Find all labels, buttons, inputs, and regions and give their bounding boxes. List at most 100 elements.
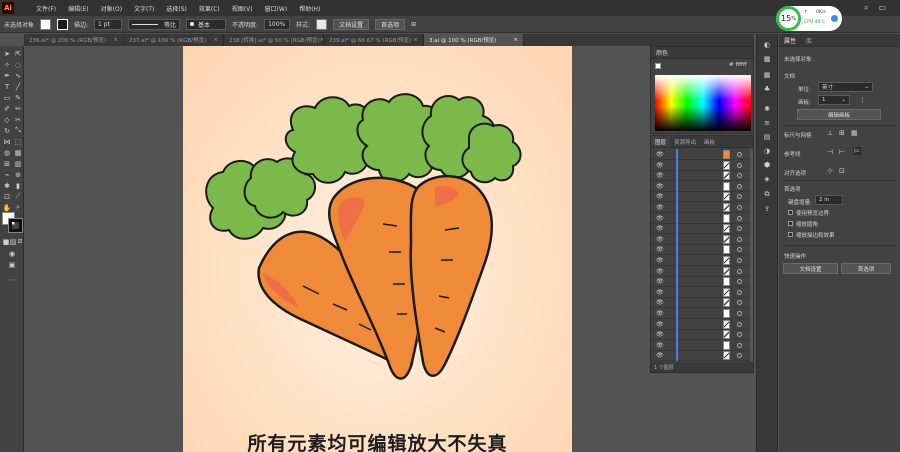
brushes-icon[interactable]: ✺ (762, 104, 772, 113)
width-tool-icon[interactable]: ⋈ (2, 137, 12, 146)
magic-wand-tool-icon[interactable]: ✧ (2, 60, 12, 69)
graphic-style-swatch[interactable] (316, 18, 328, 30)
visibility-eye-icon[interactable]: 👁 (656, 321, 664, 328)
layer-target-icon[interactable] (737, 258, 742, 263)
selection-tool-icon[interactable]: ➤ (2, 49, 12, 58)
layer-target-icon[interactable] (737, 247, 742, 253)
layer-target-icon[interactable] (737, 205, 742, 210)
blend-tool-icon[interactable]: ⊕ (13, 170, 23, 179)
preferences-button[interactable]: 首选项 (375, 18, 406, 30)
slice-tool-icon[interactable]: ⟋ (13, 192, 23, 201)
curvature-tool-icon[interactable]: ∿ (13, 71, 23, 80)
layer-target-icon[interactable] (737, 152, 742, 157)
use-preview-bounds-checkbox[interactable] (788, 210, 793, 215)
direct-selection-tool-icon[interactable]: ⇱ (13, 49, 23, 58)
color-guide-icon[interactable]: ▩ (762, 54, 772, 63)
layer-row[interactable]: 👁 (651, 202, 749, 213)
layer-row[interactable]: 👁 (651, 149, 749, 160)
visibility-eye-icon[interactable]: 👁 (656, 236, 664, 243)
tab-libraries[interactable]: 库 (801, 36, 817, 45)
layer-target-icon[interactable] (737, 173, 742, 179)
layer-row[interactable]: 👁 (651, 265, 749, 277)
units-dropdown[interactable]: 英寸 ⌄ (818, 82, 873, 92)
stroke-weight-input[interactable]: 1 pt (94, 18, 123, 30)
close-icon[interactable]: × (213, 37, 218, 43)
menu-object[interactable]: 对象(O) (101, 4, 122, 13)
mesh-tool-icon[interactable]: ⊞ (2, 159, 12, 168)
menu-effect[interactable]: 效果(C) (199, 4, 220, 13)
arrange-icon[interactable]: ⊞ (411, 21, 416, 28)
visibility-eye-icon[interactable]: 👁 (656, 268, 664, 275)
line-tool-icon[interactable]: ╱ (13, 82, 23, 91)
visibility-eye-icon[interactable]: 👁 (656, 162, 664, 169)
layer-target-icon[interactable] (737, 236, 742, 242)
layers-panel-icon[interactable]: ◈ (762, 174, 772, 183)
gradient-panel-icon[interactable]: ▤ (762, 132, 772, 141)
layer-row[interactable]: 👁 (651, 170, 749, 182)
visibility-eye-icon[interactable]: 👁 (656, 310, 664, 317)
menu-file[interactable]: 文件(F) (36, 4, 56, 13)
visibility-eye-icon[interactable]: 👁 (656, 193, 664, 200)
preferences-button[interactable]: 首选项 (841, 263, 891, 274)
layers-scrollbar[interactable] (750, 148, 753, 362)
grid-icon[interactable]: ⊞ (839, 129, 845, 137)
color-spectrum[interactable] (655, 75, 751, 131)
layer-row[interactable]: 👁 (651, 318, 749, 330)
brush-dropdown[interactable]: 基本 (186, 18, 227, 30)
layer-target-icon[interactable] (737, 332, 742, 338)
layer-target-icon[interactable] (737, 342, 742, 348)
rotate-tool-icon[interactable]: ↻ (2, 126, 12, 135)
layer-row[interactable]: 👁 (651, 244, 749, 256)
layer-row[interactable]: 👁 (651, 350, 749, 362)
tab-document-238[interactable]: 238 [转换].ai* @ 50 % (RGB/预览) × (224, 34, 324, 46)
layer-row[interactable]: 👁 (651, 159, 749, 171)
artboard-options-icon[interactable]: ⋮ (859, 96, 866, 104)
stroke-swatch[interactable] (57, 18, 69, 30)
layer-target-icon[interactable] (737, 300, 742, 306)
artboard-tool-icon[interactable]: ⊡ (2, 192, 12, 201)
stroke-color-swatch[interactable] (8, 218, 23, 233)
menu-type[interactable]: 文字(T) (134, 4, 154, 13)
app-logo-icon[interactable]: Ai (2, 2, 14, 14)
symbols-icon[interactable]: ♣ (762, 84, 772, 93)
visibility-eye-icon[interactable]: 👁 (656, 246, 664, 253)
draw-mode-icon[interactable]: ◉ (7, 249, 17, 258)
keyboard-increment-input[interactable]: 2 in (815, 195, 843, 205)
search-icon[interactable]: ⌕ (864, 3, 868, 13)
layer-row[interactable]: 👁 (651, 191, 749, 203)
layer-row[interactable]: 👁 (651, 180, 749, 192)
hex-value[interactable]: # ffffff (729, 62, 747, 68)
more-tools-icon[interactable]: ⋯ (7, 275, 17, 284)
layer-target-icon[interactable] (737, 183, 742, 189)
layer-target-icon[interactable] (737, 268, 742, 274)
layer-target-icon[interactable] (737, 194, 742, 200)
layer-row[interactable]: 👁 (651, 329, 749, 341)
shaper-tool-icon[interactable]: ✐ (2, 104, 12, 113)
layer-row[interactable]: 👁 (651, 339, 749, 351)
tab-layers[interactable]: 图层 (651, 136, 671, 147)
visibility-eye-icon[interactable]: 👁 (656, 183, 664, 190)
visibility-eye-icon[interactable]: 👁 (656, 331, 664, 338)
free-transform-tool-icon[interactable]: ⬚ (13, 137, 23, 146)
menu-view[interactable]: 视图(V) (232, 4, 253, 13)
type-tool-icon[interactable]: T (2, 82, 12, 91)
close-icon[interactable]: × (113, 37, 118, 43)
lasso-tool-icon[interactable]: ◌ (13, 60, 23, 69)
lock-guides-icon[interactable]: ⊢ (839, 148, 845, 156)
scale-tool-icon[interactable]: ⤡ (13, 126, 23, 135)
tab-properties[interactable]: 属性 (779, 36, 801, 45)
tab-artboards[interactable]: 画板 (700, 136, 719, 147)
stroke-icon[interactable]: ≡ (762, 118, 772, 127)
menu-window[interactable]: 窗口(W) (265, 4, 288, 13)
edit-artboards-button[interactable]: 编辑画板 (797, 109, 881, 120)
layer-target-icon[interactable] (737, 215, 742, 221)
layer-row[interactable]: 👁 (651, 276, 749, 288)
visibility-eye-icon[interactable]: 👁 (656, 215, 664, 222)
eyedropper-tool-icon[interactable]: ⌁ (2, 170, 12, 179)
appearance-icon[interactable]: ⬢ (762, 160, 772, 169)
links-icon[interactable]: ⧉ (762, 190, 772, 199)
transparency-icon[interactable]: ◑ (762, 146, 772, 155)
pen-tool-icon[interactable]: ✒ (2, 71, 12, 80)
pencil-tool-icon[interactable]: ✏ (13, 104, 23, 113)
artboard[interactable]: 所有元素均可编辑放大不失真 (183, 46, 572, 452)
